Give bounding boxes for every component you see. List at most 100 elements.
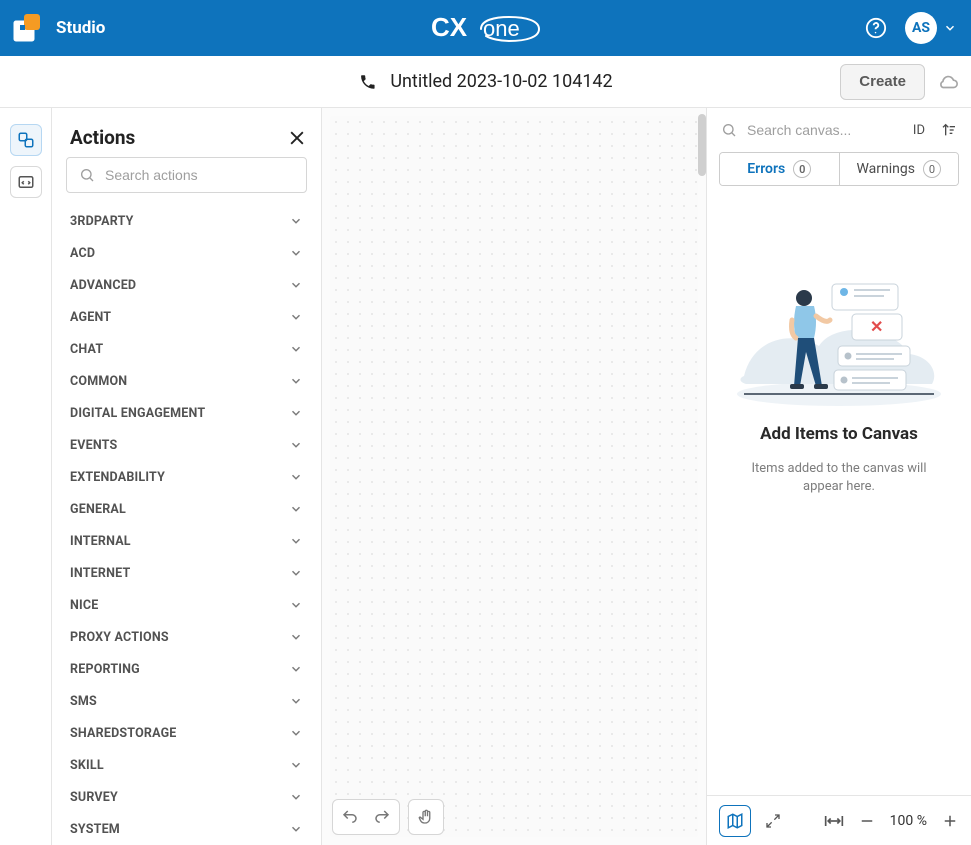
- expand-button[interactable]: [765, 813, 781, 829]
- category-row[interactable]: ACD: [56, 237, 311, 269]
- subheader: Untitled 2023-10-02 104142 Create: [0, 56, 971, 108]
- category-row[interactable]: NICE: [56, 589, 311, 621]
- tab-errors-label: Errors: [747, 161, 785, 177]
- search-icon: [721, 122, 737, 138]
- rail-actions-button[interactable]: [10, 124, 42, 156]
- chevron-down-icon: [289, 630, 303, 644]
- category-row[interactable]: SKILL: [56, 749, 311, 781]
- topbar-left: Studio: [10, 11, 105, 45]
- category-label: SMS: [70, 694, 97, 709]
- hand-tool-button[interactable]: [417, 808, 435, 826]
- create-button[interactable]: Create: [840, 64, 925, 100]
- chevron-down-icon: [289, 758, 303, 772]
- chevron-down-icon: [943, 21, 957, 35]
- category-row[interactable]: COMMON: [56, 365, 311, 397]
- category-label: 3RDPARTY: [70, 214, 134, 229]
- category-label: CHAT: [70, 342, 103, 357]
- category-row[interactable]: EXTENDABILITY: [56, 461, 311, 493]
- canvas[interactable]: [330, 116, 698, 837]
- tab-errors[interactable]: Errors 0: [720, 153, 839, 185]
- subheader-right: Create: [840, 64, 959, 100]
- main: Actions 3RDPARTY ACD ADVANCED AGENT CHAT COMM…: [0, 108, 971, 845]
- canvas-search-input[interactable]: [747, 122, 903, 138]
- category-row[interactable]: CHAT: [56, 333, 311, 365]
- category-label: EXTENDABILITY: [70, 470, 165, 485]
- undo-button[interactable]: [341, 808, 359, 826]
- scrollbar-thumb[interactable]: [698, 114, 706, 176]
- topbar: Studio CX one AS: [0, 0, 971, 56]
- rp-tabs: Errors 0 Warnings 0: [719, 152, 959, 186]
- brand-logo: CX one: [431, 13, 541, 43]
- chevron-down-icon: [289, 214, 303, 228]
- category-label: SHAREDSTORAGE: [70, 726, 177, 741]
- minimap-button[interactable]: [719, 805, 751, 837]
- chevron-down-icon: [289, 726, 303, 740]
- app-icon: [10, 11, 44, 45]
- chevron-down-icon: [289, 342, 303, 356]
- category-row[interactable]: SURVEY: [56, 781, 311, 813]
- category-row[interactable]: INTERNAL: [56, 525, 311, 557]
- chevron-down-icon: [289, 278, 303, 292]
- category-label: REPORTING: [70, 662, 140, 677]
- category-row[interactable]: AGENT: [56, 301, 311, 333]
- category-row[interactable]: GENERAL: [56, 493, 311, 525]
- category-label: GENERAL: [70, 502, 126, 517]
- zoom-in-button[interactable]: [941, 812, 959, 830]
- category-row[interactable]: PROXY ACTIONS: [56, 621, 311, 653]
- category-row[interactable]: EVENTS: [56, 429, 311, 461]
- svg-text:one: one: [483, 16, 520, 41]
- redo-button[interactable]: [373, 808, 391, 826]
- fit-width-button[interactable]: [824, 813, 844, 829]
- zoom-out-button[interactable]: [858, 812, 876, 830]
- document-title-wrap: Untitled 2023-10-02 104142: [358, 71, 612, 92]
- user-menu[interactable]: AS: [905, 12, 957, 44]
- actions-title: Actions: [70, 126, 135, 149]
- category-row[interactable]: INTERNET: [56, 557, 311, 589]
- empty-body: Items added to the canvas will appear he…: [739, 460, 939, 496]
- close-icon[interactable]: [287, 128, 307, 148]
- category-row[interactable]: SHAREDSTORAGE: [56, 717, 311, 749]
- app-name: Studio: [56, 18, 105, 38]
- help-icon[interactable]: [865, 17, 887, 39]
- svg-text:✕: ✕: [870, 317, 883, 336]
- category-label: ADVANCED: [70, 278, 136, 293]
- actions-categories[interactable]: 3RDPARTY ACD ADVANCED AGENT CHAT COMMONDIGITA…: [52, 201, 321, 845]
- category-label: ACD: [70, 246, 95, 261]
- category-row[interactable]: SMS: [56, 685, 311, 717]
- category-label: SURVEY: [70, 790, 118, 805]
- canvas-wrap: [322, 108, 706, 845]
- category-row[interactable]: 3RDPARTY: [56, 205, 311, 237]
- document-title: Untitled 2023-10-02 104142: [390, 71, 612, 92]
- chevron-down-icon: [289, 374, 303, 388]
- category-row[interactable]: SYSTEM: [56, 813, 311, 845]
- warnings-count-badge: 0: [923, 160, 941, 178]
- id-label: ID: [913, 123, 925, 138]
- history-group: [332, 799, 400, 835]
- empty-title: Add Items to Canvas: [760, 424, 918, 444]
- empty-illustration: ✕: [734, 276, 944, 406]
- pan-group: [408, 799, 444, 835]
- category-label: SYSTEM: [70, 822, 120, 837]
- category-label: AGENT: [70, 310, 111, 325]
- phone-icon: [358, 73, 376, 91]
- svg-text:CX: CX: [431, 13, 468, 42]
- category-label: INTERNET: [70, 566, 130, 581]
- sort-button[interactable]: [941, 122, 957, 138]
- category-row[interactable]: REPORTING: [56, 653, 311, 685]
- canvas-scrollbar-vertical[interactable]: [698, 108, 706, 845]
- errors-count-badge: 0: [793, 160, 811, 178]
- actions-search-wrap: [52, 157, 321, 201]
- right-panel: ID Errors 0 Warnings 0: [706, 108, 971, 845]
- chevron-down-icon: [289, 534, 303, 548]
- topbar-right: AS: [865, 12, 957, 44]
- rail-code-button[interactable]: [10, 166, 42, 198]
- actions-search[interactable]: [66, 157, 307, 193]
- tab-warnings[interactable]: Warnings 0: [839, 153, 959, 185]
- category-row[interactable]: ADVANCED: [56, 269, 311, 301]
- category-row[interactable]: DIGITAL ENGAGEMENT: [56, 397, 311, 429]
- cloud-icon[interactable]: [937, 71, 959, 93]
- chevron-down-icon: [289, 470, 303, 484]
- actions-search-input[interactable]: [105, 167, 294, 183]
- chevron-down-icon: [289, 694, 303, 708]
- chevron-down-icon: [289, 662, 303, 676]
